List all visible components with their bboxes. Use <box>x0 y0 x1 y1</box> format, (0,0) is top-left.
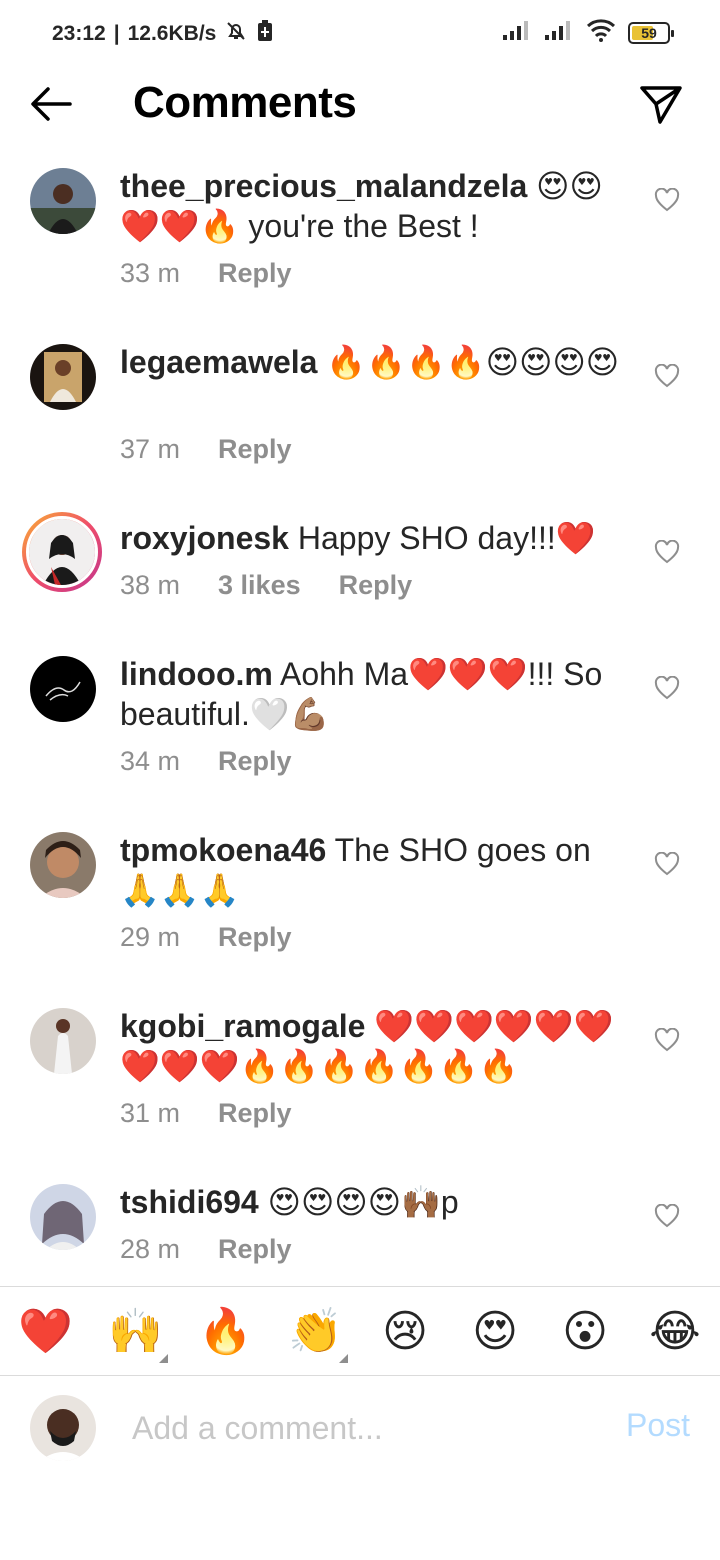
comment-time: 33 m <box>120 258 181 288</box>
reply-button[interactable]: Reply <box>218 1098 292 1129</box>
emoji-clapping-button[interactable]: 👏 <box>288 1305 348 1363</box>
avatar[interactable] <box>30 1008 96 1074</box>
reply-button[interactable]: Reply <box>218 258 292 289</box>
comment-text: Happy SHO day!!!❤️ <box>297 520 596 556</box>
avatar[interactable] <box>30 1184 96 1250</box>
avatar[interactable] <box>30 832 96 898</box>
heart-outline-icon <box>654 363 680 388</box>
emoji-surprised-button[interactable]: 😮 <box>558 1305 612 1359</box>
emoji-raising-hands: 🙌 <box>108 1307 163 1356</box>
battery-icon: 59 <box>628 21 674 44</box>
quick-emoji-bar: ❤️ 🙌 🔥 👏 😢 😍 😮 😂 <box>0 1286 720 1376</box>
comment-body: roxyjonesk Happy SHO day!!!❤️ <box>120 518 620 558</box>
comment-body: thee_precious_malandzela 😍😍❤️❤️🔥 you're … <box>120 166 620 246</box>
network-speed: 12.6KB/s <box>127 22 217 45</box>
status-bar: 23:12 | 12.6KB/s 59 <box>0 0 720 66</box>
comment-body: lindooo.m Aohh Ma❤️❤️❤️!!! So beautiful.… <box>120 654 620 734</box>
comment-meta: 31 m Reply <box>120 1098 292 1129</box>
reply-button[interactable]: Reply <box>339 570 413 601</box>
comment-body: kgobi_ramogale ❤️❤️❤️❤️❤️❤️❤️❤️❤️🔥🔥🔥🔥🔥🔥🔥 <box>120 1006 620 1086</box>
share-button[interactable] <box>638 82 684 128</box>
header: Comments <box>0 66 720 142</box>
skin-tone-indicator <box>159 1354 168 1363</box>
my-avatar <box>30 1395 96 1461</box>
comment-body: tpmokoena46 The SHO goes on 🙏🙏🙏 <box>120 830 620 910</box>
comment-time: 28 m <box>120 1234 181 1264</box>
skin-tone-indicator <box>339 1354 348 1363</box>
comment-time: 31 m <box>120 1098 181 1128</box>
comment-time: 34 m <box>120 746 181 776</box>
heart-outline-icon <box>654 539 680 564</box>
like-button[interactable] <box>654 851 680 876</box>
comment-text: 😍😍😍😍🙌🏾p <box>267 1184 459 1220</box>
avatar[interactable] <box>30 344 96 410</box>
comment-username[interactable]: tshidi694 <box>120 1184 259 1220</box>
signal-icon <box>502 19 532 46</box>
arrow-left-icon <box>31 87 72 121</box>
back-button[interactable] <box>28 84 74 124</box>
paper-plane-icon <box>640 86 682 124</box>
battery-level: 59 <box>641 24 657 41</box>
comment-username[interactable]: legaemawela <box>120 344 317 380</box>
post-button[interactable]: Post <box>626 1407 690 1444</box>
reply-button[interactable]: Reply <box>218 922 292 953</box>
avatar[interactable] <box>30 656 96 722</box>
like-button[interactable] <box>654 1027 680 1052</box>
comment-username[interactable]: lindooo.m <box>120 656 273 692</box>
emoji-laughing-button[interactable]: 😂 <box>648 1305 702 1359</box>
like-button[interactable] <box>654 1203 680 1228</box>
reply-button[interactable]: Reply <box>218 434 292 465</box>
emoji-crying-button[interactable]: 😢 <box>378 1305 432 1359</box>
heart-outline-icon <box>654 1203 680 1228</box>
status-bar-right: 59 <box>502 18 674 47</box>
avatar[interactable] <box>30 168 96 234</box>
comment-body: legaemawela 🔥🔥🔥🔥😍😍😍😍 <box>120 342 620 382</box>
heart-outline-icon <box>654 1027 680 1052</box>
comment-time: 37 m <box>120 434 181 464</box>
avatar-story-ring[interactable] <box>22 512 102 592</box>
emoji-fire-button[interactable]: 🔥 <box>198 1305 253 1359</box>
clock: 23:12 <box>52 22 106 45</box>
comment-time: 38 m <box>120 570 181 600</box>
comment-username[interactable]: thee_precious_malandzela <box>120 168 527 204</box>
comment-meta: 28 m Reply <box>120 1234 292 1265</box>
comment-meta: 37 m Reply <box>120 434 292 465</box>
reply-button[interactable]: Reply <box>218 1234 292 1265</box>
status-bar-left: 23:12 | 12.6KB/s <box>52 19 274 49</box>
comment-likes[interactable]: 3 likes <box>218 570 301 601</box>
like-button[interactable] <box>654 187 680 212</box>
heart-outline-icon <box>654 851 680 876</box>
comment-meta: 29 m Reply <box>120 922 292 953</box>
silent-mode-icon <box>224 19 248 49</box>
comment-input[interactable] <box>132 1403 602 1453</box>
emoji-raising-hands-button[interactable]: 🙌 <box>108 1305 168 1363</box>
comment-text: 🔥🔥🔥🔥😍😍😍😍 <box>326 344 620 380</box>
like-button[interactable] <box>654 363 680 388</box>
comment-username[interactable]: roxyjonesk <box>120 520 289 556</box>
comment-meta: 33 m Reply <box>120 258 292 289</box>
page-title: Comments <box>133 78 357 127</box>
comment-meta: 38 m 3 likes Reply <box>120 570 412 601</box>
heart-outline-icon <box>654 675 680 700</box>
battery-saver-icon <box>256 19 274 49</box>
signal-icon <box>544 19 574 46</box>
comment-meta: 34 m Reply <box>120 746 292 777</box>
comment-username[interactable]: kgobi_ramogale <box>120 1008 365 1044</box>
emoji-heart-button[interactable]: ❤️ <box>18 1305 73 1359</box>
like-button[interactable] <box>654 539 680 564</box>
emoji-clapping: 👏 <box>288 1307 343 1356</box>
like-button[interactable] <box>654 675 680 700</box>
comment-composer: Post <box>0 1377 720 1477</box>
comment-username[interactable]: tpmokoena46 <box>120 832 326 868</box>
emoji-heart-eyes-button[interactable]: 😍 <box>468 1305 522 1359</box>
heart-outline-icon <box>654 187 680 212</box>
comment-body: tshidi694 😍😍😍😍🙌🏾p <box>120 1182 620 1222</box>
comment-time: 29 m <box>120 922 181 952</box>
reply-button[interactable]: Reply <box>218 746 292 777</box>
wifi-icon <box>586 18 616 47</box>
